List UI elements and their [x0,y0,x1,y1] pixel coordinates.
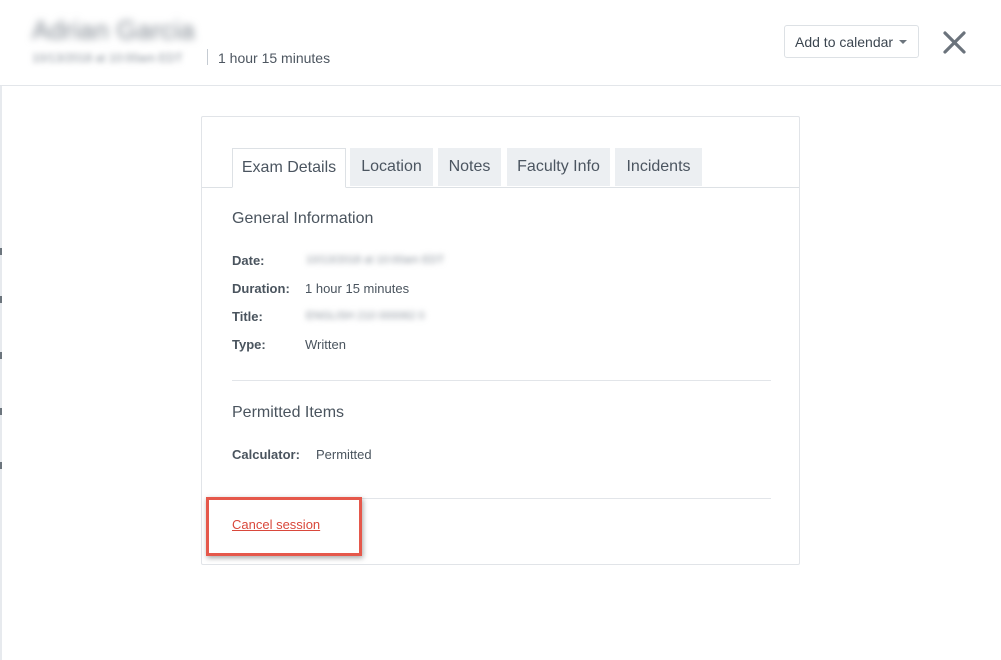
general-information-heading: General Information [232,210,374,227]
cancel-session-link[interactable]: Cancel session [232,517,320,532]
title-value: ENGLISH 210 000062 0 [306,310,425,322]
type-label: Type: [232,337,266,352]
caret-down-icon [899,40,907,44]
session-header: Adrian Garcia 10/13/2018 at 10:00am EDT … [0,0,1001,86]
tab-location-label: Location [361,158,422,175]
left-panel-edge [0,0,2,660]
session-duration: 1 hour 15 minutes [218,50,331,66]
tab-incidents[interactable]: Incidents [615,148,702,186]
tab-bar: Exam Details Location Notes Faculty Info… [202,117,799,188]
title-label: Title: [232,309,263,324]
calculator-value: Permitted [316,447,372,462]
duration-label: Duration: [232,281,290,296]
tab-exam-details-label: Exam Details [241,159,337,176]
section-divider [232,380,771,381]
tab-faculty-info-label: Faculty Info [517,158,600,175]
add-to-calendar-label: Add to calendar [795,33,894,50]
tab-faculty-info[interactable]: Faculty Info [507,148,610,186]
header-separator [207,49,208,65]
date-value: 10/13/2018 at 10:00am EDT [306,254,445,266]
close-button[interactable] [940,28,970,58]
close-icon [943,31,966,54]
permitted-items-heading: Permitted Items [232,404,345,421]
student-name: Adrian Garcia [32,15,195,45]
tab-incidents-label: Incidents [626,158,691,175]
type-value: Written [305,337,346,352]
calculator-label: Calculator: [232,447,300,462]
tab-location[interactable]: Location [350,148,433,186]
session-details-page: Adrian Garcia 10/13/2018 at 10:00am EDT … [0,0,1001,660]
duration-value: 1 hour 15 minutes [305,281,410,296]
session-date: 10/13/2018 at 10:00am EDT [32,51,183,65]
tab-notes-label: Notes [448,158,491,175]
add-to-calendar-button[interactable]: Add to calendar [784,25,919,58]
tab-notes[interactable]: Notes [438,148,501,186]
date-label: Date: [232,253,265,268]
tab-exam-details[interactable]: Exam Details [232,148,346,188]
